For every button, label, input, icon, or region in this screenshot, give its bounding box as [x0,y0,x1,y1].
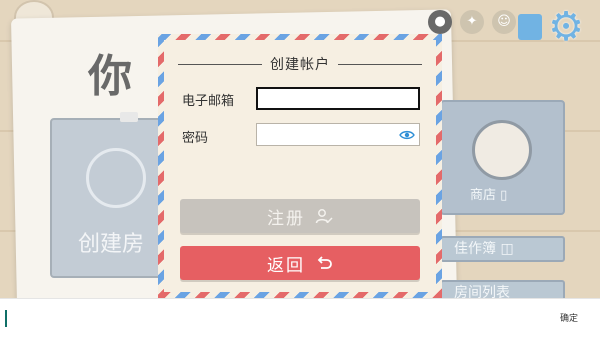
dialog-title: 创建帐户 [270,57,330,73]
back-button[interactable]: 返回 [180,246,420,280]
email-field[interactable] [258,90,418,110]
create-account-dialog: 创建帐户 电子邮箱 密码 注册 返回 [158,34,442,298]
title-divider [178,63,262,65]
text-input-bar[interactable]: 确定 [0,298,600,337]
confirm-button[interactable]: 确定 [560,311,578,324]
eye-icon[interactable] [399,127,415,143]
email-label: 电子邮箱 [182,94,235,109]
text-cursor [5,310,7,327]
undo-arrow-icon [317,256,332,269]
dialog-title-row: 创建帐户 [178,54,422,74]
password-field-wrapper [256,123,420,146]
dialog-body: 创建帐户 电子邮箱 密码 注册 返回 [164,40,436,292]
password-label: 密码 [182,131,209,146]
password-field[interactable] [257,124,419,146]
user-check-icon [315,209,333,224]
title-divider [338,63,422,65]
register-label: 注册 [267,208,305,229]
email-field-wrapper [256,87,420,110]
register-button[interactable]: 注册 [180,199,420,233]
back-label: 返回 [267,255,305,276]
